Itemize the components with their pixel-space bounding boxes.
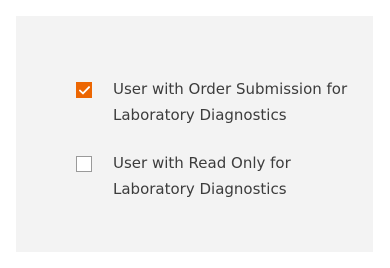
read-only-label: User with Read Only for Laboratory Diagn… xyxy=(113,154,291,198)
checkmark-icon xyxy=(78,85,90,95)
order-submission-checkbox[interactable] xyxy=(76,82,92,98)
order-submission-label: User with Order Submission for Laborator… xyxy=(113,80,348,124)
role-selection-panel: User with Order Submission for Laborator… xyxy=(16,16,373,252)
read-only-checkbox[interactable] xyxy=(76,156,92,172)
option-order-submission[interactable]: User with Order Submission for Laborator… xyxy=(76,76,358,128)
option-read-only[interactable]: User with Read Only for Laboratory Diagn… xyxy=(76,150,358,202)
